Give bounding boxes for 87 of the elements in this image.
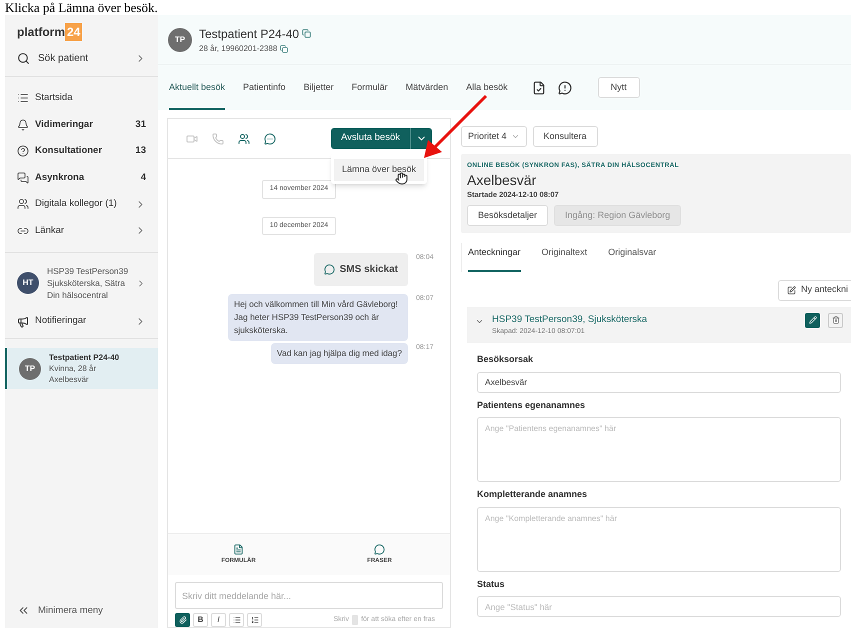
search-icon xyxy=(17,52,30,65)
message-bubble: Vad kan jag hjälpa dig med idag? xyxy=(270,343,408,364)
tab[interactable]: Mätvärden xyxy=(406,65,448,110)
user-profile[interactable]: HT HSP39 TestPerson39 Sjuksköterska, Sätra Din hälsocentral xyxy=(5,253,158,305)
sms-sent-chip: SMS skickat xyxy=(314,253,408,286)
key-icon xyxy=(352,615,358,625)
alert-bubble-icon[interactable] xyxy=(558,80,572,94)
format-button[interactable]: I xyxy=(211,613,226,627)
field-label: Patientens egenanamnes xyxy=(477,398,586,412)
patient-reason: Axelbesvär xyxy=(49,374,90,385)
caret-icon xyxy=(510,132,520,141)
nav-item[interactable]: Vidimeringar 31 xyxy=(5,112,158,138)
field-label: Kompletterande anamnes xyxy=(477,488,588,502)
nav-item[interactable]: Konsultationer 13 xyxy=(5,138,158,164)
patient-info: Kvinna, 28 år xyxy=(49,363,98,374)
note-tab[interactable]: Anteckningar xyxy=(468,243,521,272)
patient-details: 28 år, 19960201-2388 xyxy=(199,42,278,54)
patient-avatar: TP xyxy=(168,28,192,52)
delete-note-button[interactable] xyxy=(828,312,843,328)
nav-item[interactable]: Länkar xyxy=(5,218,158,244)
logo-text: platform xyxy=(17,24,65,41)
copy-icon xyxy=(302,29,312,38)
note-tab[interactable]: Originalsvar xyxy=(608,243,656,272)
tab[interactable]: Alla besök xyxy=(466,65,508,110)
notifications-item[interactable]: Notifieringar xyxy=(5,305,158,339)
speech-bubble-icon xyxy=(374,544,385,554)
end-visit-label[interactable]: Avsluta besök xyxy=(331,128,411,149)
field-label: Besöksorsak xyxy=(477,353,534,366)
document-icon xyxy=(233,544,244,554)
user-role: Sjuksköterska, Sätra Din hälsocentral xyxy=(47,277,126,301)
tab[interactable]: Biljetter xyxy=(304,65,334,110)
bell-icon xyxy=(17,118,29,131)
patient-name: Testpatient P24-40 xyxy=(49,352,120,363)
edit-note-button[interactable] xyxy=(805,312,820,328)
people-icon[interactable] xyxy=(238,132,250,144)
nav-item[interactable]: Asynkrona 4 xyxy=(5,164,158,191)
chat-bubbles-icon xyxy=(17,172,29,184)
nav-item[interactable]: Startsida xyxy=(5,85,158,112)
text-area[interactable]: Ange "Kompletterande anamnes" här xyxy=(477,506,841,572)
count-label: 13 xyxy=(135,144,146,158)
paperclip-icon xyxy=(178,616,186,624)
numbered-list-icon xyxy=(250,616,258,624)
message-bubble: Hej och välkommen till Min vård Gävleborg! Jag heter HSP39 TestPerson39 och är sjuksköterska. xyxy=(228,294,408,341)
tab[interactable]: Aktuellt besök xyxy=(169,65,226,110)
patient-avatar: TP xyxy=(19,358,41,380)
caption-text: Klicka på Lämna över besök. xyxy=(4,0,159,15)
input-field[interactable]: Ange "Status" här xyxy=(477,596,841,618)
tab[interactable]: Formulär xyxy=(352,65,388,110)
nav-item[interactable]: Digitala kollegor (1) xyxy=(5,191,158,218)
megaphone-icon xyxy=(17,316,29,328)
trash-icon xyxy=(832,316,840,324)
field-label: Status xyxy=(477,578,506,591)
new-button[interactable]: Nytt xyxy=(598,77,640,98)
message-input[interactable]: Skriv ditt meddelande här... xyxy=(175,582,443,609)
menu-item[interactable]: Lämna över besök xyxy=(334,159,424,180)
text-area[interactable]: Ange "Patientens egenanamnes" här xyxy=(477,417,841,482)
bullet-list-icon xyxy=(232,616,240,624)
pencil-icon xyxy=(808,316,816,324)
speech-bubble-icon xyxy=(324,264,335,275)
note-author[interactable]: HSP39 TestPerson39, Sjuksköterska xyxy=(492,312,797,327)
logo-badge: 24 xyxy=(65,23,82,41)
tab[interactable]: Patientinfo xyxy=(243,65,286,110)
count-label: 4 xyxy=(140,170,146,185)
count-label: 31 xyxy=(135,118,146,132)
consult-button[interactable]: Konsultera xyxy=(532,126,598,147)
list-button[interactable] xyxy=(247,613,262,627)
question-icon xyxy=(17,145,29,158)
edit-icon xyxy=(786,286,796,294)
patient-name: Testpatient P24-40 xyxy=(199,26,300,42)
input-field[interactable]: Axelbesvär xyxy=(477,372,841,393)
collapse-menu-button[interactable]: Minimera meny xyxy=(5,604,158,628)
attach-button[interactable] xyxy=(175,613,190,627)
user-avatar: HT xyxy=(17,272,39,294)
list-button[interactable] xyxy=(229,613,244,627)
visit-button[interactable]: Besöksdetaljer xyxy=(467,205,548,226)
chat-icon[interactable] xyxy=(264,132,276,144)
note-tab[interactable]: Originaltext xyxy=(542,243,588,272)
user-name: HSP39 TestPerson39 xyxy=(47,265,128,277)
patient-card[interactable]: TP Testpatient P24-40 Kvinna, 28 år Axelbesvär xyxy=(5,348,158,389)
document-icon[interactable] xyxy=(532,80,546,94)
priority-dropdown[interactable]: Prioritet 4 xyxy=(461,126,527,147)
visit-title: Axelbesvär xyxy=(467,170,538,189)
new-note-button[interactable]: Ny anteckni xyxy=(778,280,851,300)
format-button[interactable]: B xyxy=(193,613,208,627)
copy-icon xyxy=(280,44,288,52)
people-icon xyxy=(17,198,29,210)
end-visit-split-button[interactable]: Avsluta besök xyxy=(331,128,432,149)
